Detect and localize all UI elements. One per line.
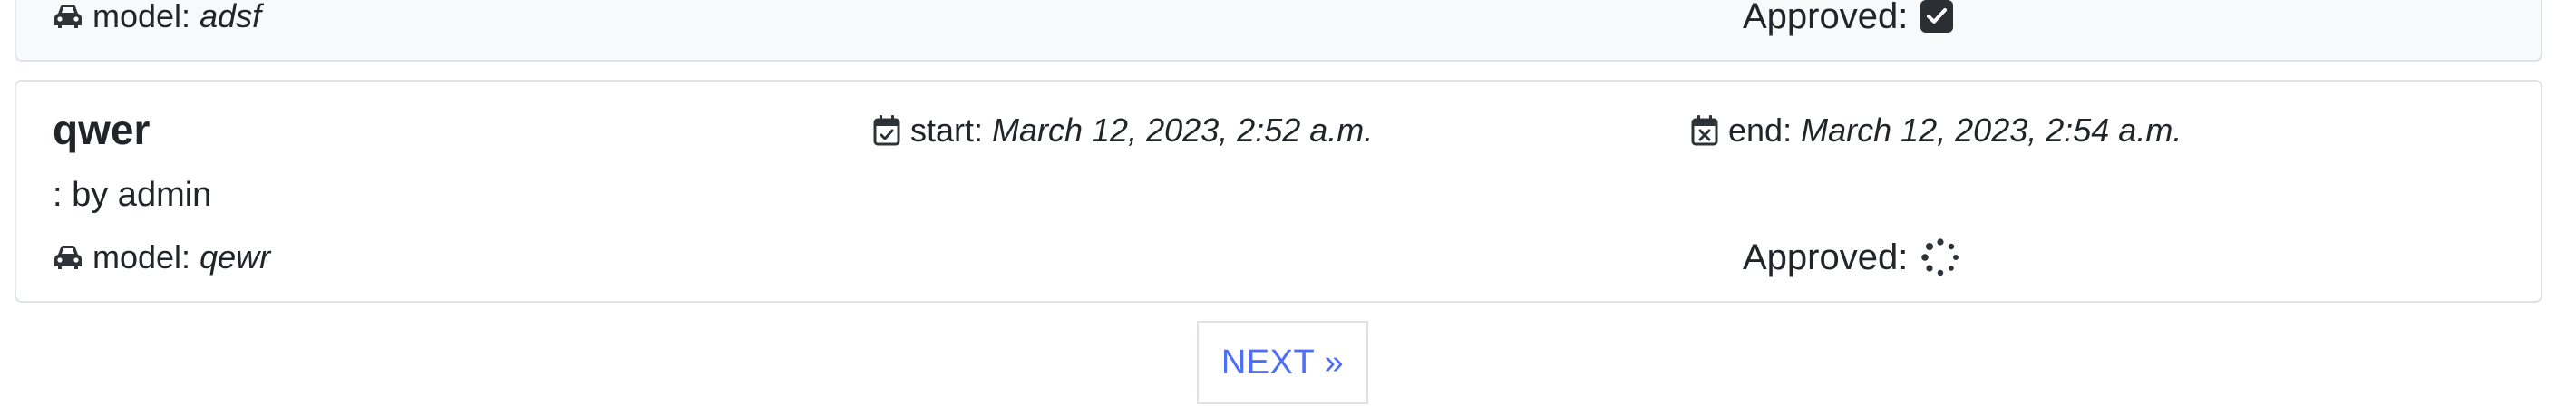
list-item: qwer start: March 12, 2023, 2:52 a.m. en… — [15, 80, 2542, 303]
model-value: adsf — [199, 0, 262, 34]
model-label: model: — [92, 238, 191, 276]
model-label: model: — [92, 0, 191, 34]
approved-field: Approved: — [1743, 0, 1954, 36]
page: model: adsf Approved: qwer start: March … — [0, 0, 2576, 416]
car-icon — [53, 244, 83, 271]
start-label: start: — [910, 111, 984, 149]
start-field: start: March 12, 2023, 2:52 a.m. — [872, 114, 1373, 147]
calendar-x-icon — [1690, 114, 1719, 147]
end-label: end: — [1728, 111, 1793, 149]
next-page-button[interactable]: NEXT » — [1197, 321, 1368, 404]
calendar-check-icon — [872, 114, 901, 147]
item-title[interactable]: qwer — [53, 109, 150, 150]
model-field: model: qewr — [53, 241, 270, 274]
model-field: model: adsf — [53, 0, 261, 33]
byline: : by admin — [53, 176, 212, 214]
end-field: end: March 12, 2023, 2:54 a.m. — [1690, 114, 2182, 147]
approved-label: Approved: — [1743, 237, 1909, 277]
car-icon — [53, 3, 83, 30]
approved-field: Approved: — [1743, 237, 1960, 277]
start-value: March 12, 2023, 2:52 a.m. — [992, 111, 1374, 149]
spinner-icon — [1920, 237, 1960, 277]
model-value: qewr — [199, 238, 271, 276]
end-value: March 12, 2023, 2:54 a.m. — [1801, 111, 2182, 149]
list-item: model: adsf Approved: — [15, 0, 2542, 62]
approved-label: Approved: — [1743, 0, 1909, 36]
checkbox-checked-icon — [1920, 0, 1954, 33]
